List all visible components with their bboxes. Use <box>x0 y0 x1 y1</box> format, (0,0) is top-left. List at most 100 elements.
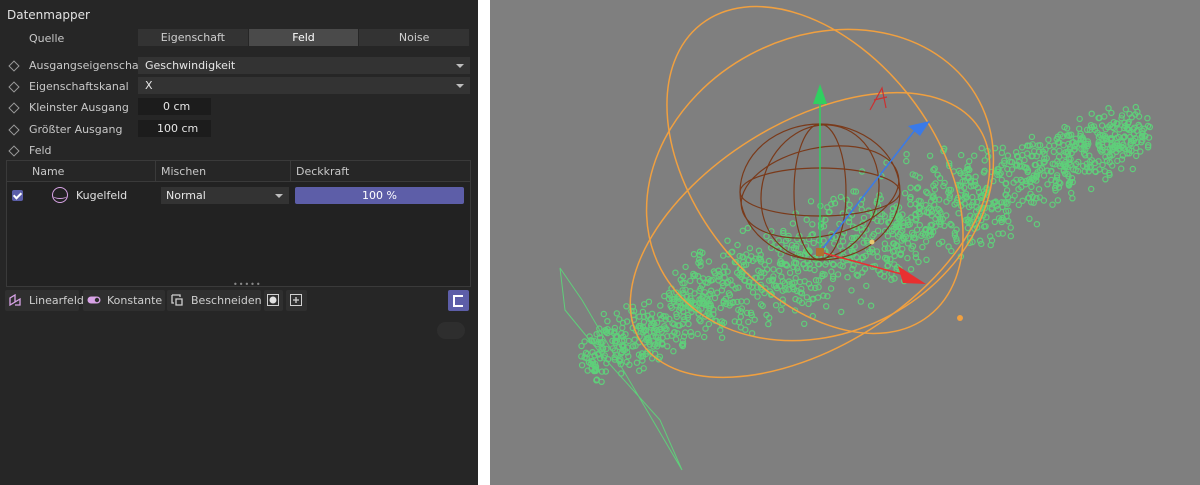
particle <box>943 198 950 205</box>
property-channel-dropdown[interactable]: X <box>138 77 470 94</box>
tab-eigenschaft[interactable]: Eigenschaft <box>138 29 249 46</box>
chevron-down-icon <box>456 84 464 88</box>
tab-feld[interactable]: Feld <box>248 29 360 46</box>
particle <box>1068 189 1075 197</box>
field-list: Name Mischen Deckkraft Kugelfeld Normal … <box>6 160 471 289</box>
particle <box>763 232 770 240</box>
particle <box>1019 197 1026 204</box>
particle <box>919 243 926 251</box>
column-header-blend[interactable]: Mischen <box>161 165 206 178</box>
add-clip-button[interactable]: Beschneiden <box>167 290 262 311</box>
particle <box>991 218 998 226</box>
min-output-field[interactable]: 0 cm <box>138 98 211 115</box>
keyframe-diamond-icon[interactable] <box>8 60 20 72</box>
particle <box>1056 147 1063 154</box>
add-constant-button[interactable]: Konstante <box>83 290 165 311</box>
particle <box>810 239 817 247</box>
particle <box>719 252 727 259</box>
particle <box>770 266 777 273</box>
particle <box>915 258 922 266</box>
particle <box>848 287 855 294</box>
blend-mode-dropdown[interactable]: Normal <box>161 187 289 204</box>
particle <box>718 334 726 341</box>
particle <box>1011 192 1018 199</box>
particle <box>578 342 585 350</box>
particle <box>976 237 984 244</box>
particle <box>904 240 912 247</box>
particle <box>1076 125 1083 133</box>
particle <box>881 240 889 247</box>
particle <box>672 269 679 276</box>
particle <box>801 320 808 327</box>
resize-handle[interactable]: ••••• <box>233 280 262 289</box>
add-layer-button[interactable] <box>286 290 307 311</box>
particle <box>903 150 910 158</box>
3d-viewport[interactable] <box>490 0 1200 485</box>
viewport-canvas[interactable] <box>490 0 1200 485</box>
keyframe-diamond-icon[interactable] <box>8 102 20 114</box>
particle <box>604 318 611 325</box>
opacity-slider[interactable]: 100 % <box>295 187 464 204</box>
particle <box>1044 181 1051 188</box>
add-linear-field-button[interactable]: Linearfeld <box>5 290 84 311</box>
column-header-name[interactable]: Name <box>32 165 64 178</box>
particle <box>789 220 797 227</box>
linear-field-label: Linearfeld <box>29 294 84 307</box>
particle <box>978 240 985 248</box>
particle <box>672 336 680 343</box>
particle <box>916 221 923 229</box>
particle <box>685 320 692 328</box>
gizmo-center-handle[interactable] <box>816 248 824 256</box>
source-label: Quelle <box>29 32 65 45</box>
particle <box>744 224 751 232</box>
particle <box>707 290 714 298</box>
keyframe-diamond-icon[interactable] <box>8 124 20 136</box>
field-label: Feld <box>29 144 52 157</box>
toggle-pill[interactable] <box>437 322 465 339</box>
particle <box>922 238 930 245</box>
particle <box>867 302 875 309</box>
gizmo-handle-point[interactable] <box>869 239 875 245</box>
field-options-button[interactable] <box>448 290 469 311</box>
keyframe-diamond-icon[interactable] <box>8 145 20 157</box>
particle <box>619 324 626 332</box>
particle <box>711 294 719 302</box>
chevron-down-icon <box>456 64 464 68</box>
orbit-ring <box>666 5 964 335</box>
particle <box>1045 136 1052 143</box>
particle <box>839 238 847 245</box>
particle <box>754 293 761 300</box>
ring-handle[interactable] <box>957 315 963 321</box>
source-tabs: Eigenschaft Feld Noise <box>138 29 471 46</box>
particle <box>745 318 752 326</box>
particle <box>1007 224 1014 231</box>
tab-noise[interactable]: Noise <box>359 29 471 46</box>
output-property-dropdown[interactable]: Geschwindigkeit <box>138 57 470 74</box>
particle <box>765 320 772 328</box>
min-output-value: 0 cm <box>163 100 191 113</box>
field-name[interactable]: Kugelfeld <box>76 189 127 202</box>
sphere-field-icon <box>52 187 68 203</box>
max-output-value: 100 cm <box>157 122 199 135</box>
column-header-opacity[interactable]: Deckkraft <box>296 165 349 178</box>
keyframe-diamond-icon[interactable] <box>8 81 20 93</box>
particle <box>874 227 882 234</box>
particle <box>705 258 713 265</box>
particle <box>749 289 757 296</box>
particle <box>969 193 976 201</box>
field-enabled-checkbox[interactable] <box>12 190 23 201</box>
particle <box>1050 148 1058 155</box>
particle <box>907 184 914 191</box>
axis-z-line[interactable] <box>819 129 916 253</box>
axis-y-arrow-icon[interactable] <box>813 84 827 104</box>
particle <box>765 257 773 265</box>
particle <box>1035 185 1043 193</box>
particle <box>764 266 771 273</box>
field-list-header: Name Mischen Deckkraft <box>7 161 470 182</box>
particle <box>786 269 794 276</box>
particle <box>955 209 962 217</box>
clip-label: Beschneiden <box>191 294 262 307</box>
particle <box>1098 122 1106 129</box>
add-group-button[interactable] <box>264 290 283 311</box>
max-output-field[interactable]: 100 cm <box>138 120 211 137</box>
